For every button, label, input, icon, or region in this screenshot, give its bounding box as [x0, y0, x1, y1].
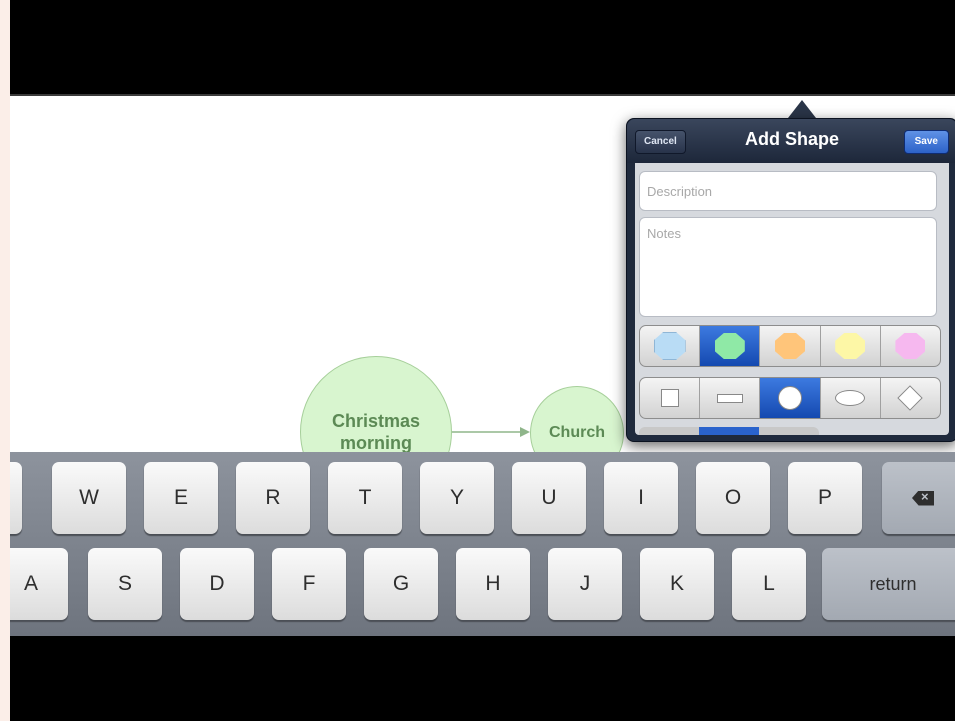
save-button[interactable]: Save [903, 130, 949, 154]
key-l[interactable]: L [732, 548, 806, 620]
shape-option-rectangle[interactable] [700, 378, 761, 418]
color-option-green[interactable] [700, 326, 761, 366]
key-g[interactable]: G [364, 548, 438, 620]
add-shape-popover: Cancel Add Shape Save Description Notes [626, 118, 955, 442]
node-label-line2: morning [340, 433, 412, 453]
device-frame: Christmas morning Church Cancel Add Shap… [10, 0, 955, 721]
return-key[interactable]: return [822, 548, 955, 620]
color-picker [639, 325, 941, 367]
key-r[interactable]: R [236, 462, 310, 534]
description-field[interactable]: Description [639, 171, 937, 211]
key-i[interactable]: I [604, 462, 678, 534]
node-label-line1: Christmas [331, 411, 421, 431]
key-h[interactable]: H [456, 548, 530, 620]
color-swatch [775, 333, 805, 359]
color-option-orange[interactable] [760, 326, 821, 366]
key-o[interactable]: O [696, 462, 770, 534]
popover-body: Description Notes [635, 163, 949, 435]
color-option-pink[interactable] [881, 326, 940, 366]
rectangle-icon [716, 393, 743, 403]
square-icon [660, 389, 679, 407]
key-t[interactable]: T [328, 462, 402, 534]
color-option-yellow[interactable] [821, 326, 881, 366]
color-swatch [835, 333, 866, 359]
color-option-blue[interactable] [640, 326, 701, 366]
diamond-icon [897, 385, 924, 411]
key-e[interactable]: E [144, 462, 218, 534]
key-a[interactable]: A [10, 548, 68, 620]
color-swatch [653, 332, 686, 360]
popover-header: Cancel Add Shape Save [627, 119, 955, 163]
additional-picker-selected [699, 427, 759, 435]
key-u[interactable]: U [512, 462, 586, 534]
circle-icon [778, 386, 802, 410]
key-f[interactable]: F [272, 548, 346, 620]
letterbox-bottom [10, 636, 955, 721]
shape-option-oval[interactable] [821, 378, 881, 418]
key-y[interactable]: Y [420, 462, 494, 534]
backspace-icon: × [912, 490, 934, 506]
shape-option-square[interactable] [640, 378, 701, 418]
key-q[interactable]: Q [10, 462, 22, 534]
on-screen-keyboard: Q W E R T Y U I O P × A S D F G H J K L … [10, 452, 955, 636]
key-w[interactable]: W [52, 462, 126, 534]
node-label: Church [549, 424, 605, 441]
key-p[interactable]: P [788, 462, 862, 534]
shape-option-diamond[interactable] [881, 378, 940, 418]
shape-picker [639, 377, 941, 419]
key-s[interactable]: S [88, 548, 162, 620]
shape-option-circle[interactable] [760, 378, 821, 418]
notes-field[interactable]: Notes [639, 217, 937, 317]
backspace-key[interactable]: × [882, 462, 955, 534]
key-k[interactable]: K [640, 548, 714, 620]
oval-icon [835, 390, 866, 406]
key-d[interactable]: D [180, 548, 254, 620]
popover-arrow [788, 100, 816, 118]
key-j[interactable]: J [548, 548, 622, 620]
color-swatch [714, 333, 745, 359]
color-swatch [895, 333, 926, 359]
